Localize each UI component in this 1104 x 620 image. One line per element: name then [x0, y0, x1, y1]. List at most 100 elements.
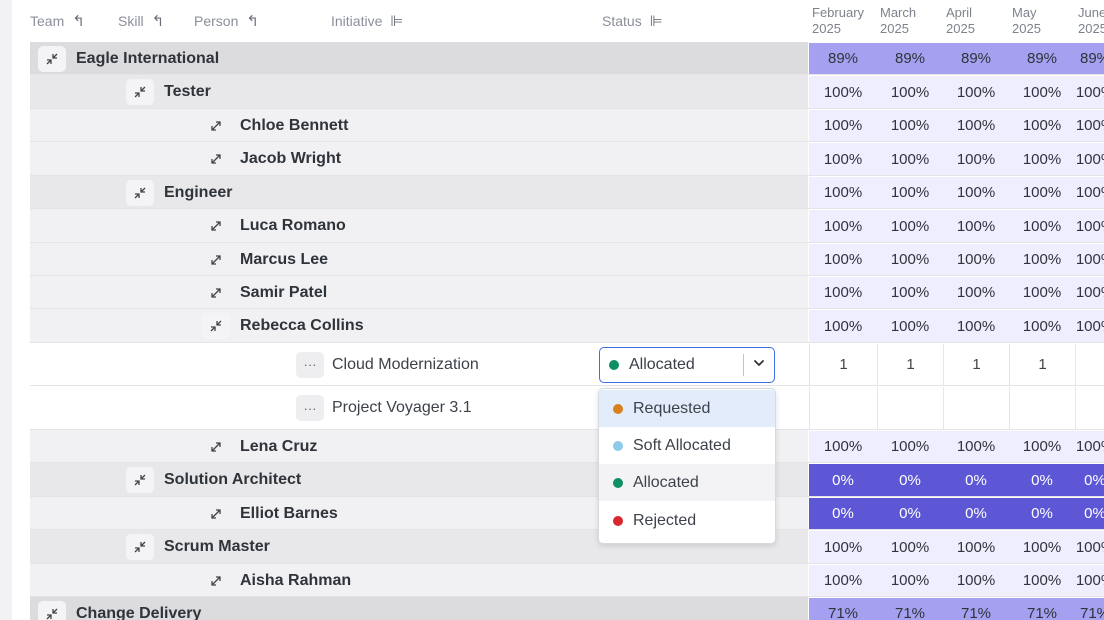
allocation-cell[interactable]: 0%: [943, 498, 1009, 529]
collapse-icon[interactable]: [38, 600, 66, 620]
collapse-icon[interactable]: [126, 79, 154, 105]
allocation-cell[interactable]: 71%: [877, 598, 943, 620]
allocation-cell[interactable]: 100%: [1009, 431, 1075, 462]
allocation-cell[interactable]: 100%: [1009, 565, 1075, 596]
allocation-cell[interactable]: 0%: [1009, 498, 1075, 529]
allocation-cell[interactable]: 100%: [1009, 310, 1075, 342]
person-row[interactable]: Rebecca Collins100%100%100%100%100%: [30, 309, 1104, 343]
expand-icon[interactable]: [202, 568, 230, 594]
allocation-cell[interactable]: 0%: [809, 498, 877, 529]
allocation-cell[interactable]: 100%: [809, 565, 877, 596]
allocation-cell[interactable]: 89%: [943, 43, 1009, 74]
initiative-row[interactable]: ··· Cloud Modernization 1 1 1 1: [30, 343, 1104, 386]
column-header-skill[interactable]: Skill ↰: [118, 12, 164, 30]
allocation-cell[interactable]: 1: [877, 344, 943, 385]
allocation-cell[interactable]: 100%: [1075, 565, 1104, 596]
allocation-cell[interactable]: 100%: [1009, 143, 1075, 175]
team-row[interactable]: Eagle International89%89%89%89%89%: [30, 42, 1104, 75]
allocation-cell[interactable]: 100%: [943, 244, 1009, 275]
collapse-icon[interactable]: [38, 45, 66, 72]
person-row[interactable]: Samir Patel100%100%100%100%100%: [30, 276, 1104, 309]
allocation-cell[interactable]: 100%: [1075, 177, 1104, 208]
column-header-status[interactable]: Status ⊫: [602, 12, 663, 30]
allocation-cell[interactable]: 0%: [809, 464, 877, 496]
allocation-cell[interactable]: 100%: [809, 210, 877, 242]
person-row[interactable]: Chloe Bennett100%100%100%100%100%: [30, 109, 1104, 142]
allocation-cell[interactable]: 100%: [943, 177, 1009, 208]
person-row[interactable]: Jacob Wright100%100%100%100%100%: [30, 142, 1104, 176]
allocation-cell[interactable]: 89%: [1009, 43, 1075, 74]
column-header-initiative[interactable]: Initiative ⊫: [331, 12, 403, 30]
skill-row[interactable]: Tester100%100%100%100%100%: [30, 75, 1104, 109]
allocation-cell[interactable]: [1075, 344, 1104, 385]
allocation-cell[interactable]: 0%: [1075, 498, 1104, 529]
sort-arrow-icon[interactable]: ↰: [152, 12, 165, 30]
collapse-icon[interactable]: [126, 179, 154, 206]
allocation-cell[interactable]: 0%: [943, 464, 1009, 496]
allocation-cell[interactable]: 100%: [1075, 143, 1104, 175]
allocation-cell[interactable]: 100%: [1075, 110, 1104, 141]
collapse-icon[interactable]: [126, 534, 154, 560]
person-row[interactable]: Aisha Rahman100%100%100%100%100%: [30, 564, 1104, 597]
allocation-cell[interactable]: 0%: [1009, 464, 1075, 496]
allocation-cell[interactable]: 100%: [877, 310, 943, 342]
allocation-cell[interactable]: 100%: [809, 310, 877, 342]
chevron-down-icon[interactable]: [752, 356, 766, 373]
person-row[interactable]: Elliot Barnes 0% 0% 0% 0% 0%: [30, 497, 1104, 530]
allocation-cell[interactable]: 100%: [1009, 244, 1075, 275]
allocation-cell[interactable]: 100%: [809, 244, 877, 275]
person-row[interactable]: Marcus Lee100%100%100%100%100%: [30, 243, 1104, 276]
allocation-cell[interactable]: 100%: [943, 76, 1009, 108]
allocation-cell[interactable]: 100%: [809, 143, 877, 175]
collapse-icon[interactable]: [126, 467, 154, 493]
expand-icon[interactable]: [202, 113, 230, 139]
allocation-cell[interactable]: [1075, 387, 1104, 429]
person-row[interactable]: Luca Romano100%100%100%100%100%: [30, 209, 1104, 243]
allocation-cell[interactable]: 100%: [943, 310, 1009, 342]
allocation-cell[interactable]: 100%: [943, 143, 1009, 175]
status-option-rejected[interactable]: Rejected: [599, 502, 775, 539]
allocation-cell[interactable]: 71%: [1009, 598, 1075, 620]
column-header-team[interactable]: Team ↰: [30, 12, 85, 30]
allocation-cell[interactable]: 100%: [877, 431, 943, 462]
allocation-cell[interactable]: 100%: [809, 177, 877, 208]
allocation-cell[interactable]: 100%: [943, 565, 1009, 596]
allocation-cell[interactable]: 100%: [943, 277, 1009, 308]
more-options-icon[interactable]: ···: [296, 395, 324, 421]
status-option-allocated[interactable]: Allocated: [599, 464, 775, 501]
allocation-cell[interactable]: 100%: [1075, 277, 1104, 308]
allocation-cell[interactable]: [1009, 387, 1075, 429]
allocation-cell[interactable]: 0%: [877, 464, 943, 496]
allocation-cell[interactable]: 100%: [1075, 76, 1104, 108]
allocation-cell[interactable]: [877, 387, 943, 429]
expand-icon[interactable]: [202, 434, 230, 460]
allocation-cell[interactable]: 0%: [877, 498, 943, 529]
allocation-cell[interactable]: 89%: [877, 43, 943, 74]
skill-row[interactable]: Engineer100%100%100%100%100%: [30, 176, 1104, 209]
allocation-cell[interactable]: 100%: [877, 177, 943, 208]
allocation-cell[interactable]: 89%: [1075, 43, 1104, 74]
skill-row[interactable]: Solution Architect 0% 0% 0% 0% 0%: [30, 463, 1104, 497]
allocation-cell[interactable]: 100%: [809, 76, 877, 108]
allocation-cell[interactable]: 100%: [809, 431, 877, 462]
skill-row[interactable]: Scrum Master100%100%100%100%100%: [30, 530, 1104, 564]
allocation-cell[interactable]: 100%: [943, 431, 1009, 462]
allocation-cell[interactable]: 71%: [1075, 598, 1104, 620]
allocation-cell[interactable]: 71%: [943, 598, 1009, 620]
allocation-cell[interactable]: 100%: [943, 110, 1009, 141]
allocation-cell[interactable]: 100%: [809, 110, 877, 141]
allocation-cell[interactable]: 1: [1009, 344, 1075, 385]
more-options-icon[interactable]: ···: [296, 351, 324, 378]
allocation-cell[interactable]: 100%: [1075, 531, 1104, 563]
allocation-cell[interactable]: 71%: [809, 598, 877, 620]
allocation-cell[interactable]: 100%: [877, 210, 943, 242]
allocation-cell[interactable]: [943, 387, 1009, 429]
collapse-icon[interactable]: [202, 313, 230, 339]
sort-arrow-icon[interactable]: ↰: [72, 12, 85, 30]
allocation-cell[interactable]: 100%: [943, 210, 1009, 242]
initiative-row[interactable]: ··· Project Voyager 3.1: [30, 386, 1104, 430]
person-row[interactable]: Lena Cruz100%100%100%100%100%: [30, 430, 1104, 463]
expand-icon[interactable]: [202, 280, 230, 306]
allocation-cell[interactable]: [809, 387, 877, 429]
allocation-cell[interactable]: 100%: [1009, 210, 1075, 242]
